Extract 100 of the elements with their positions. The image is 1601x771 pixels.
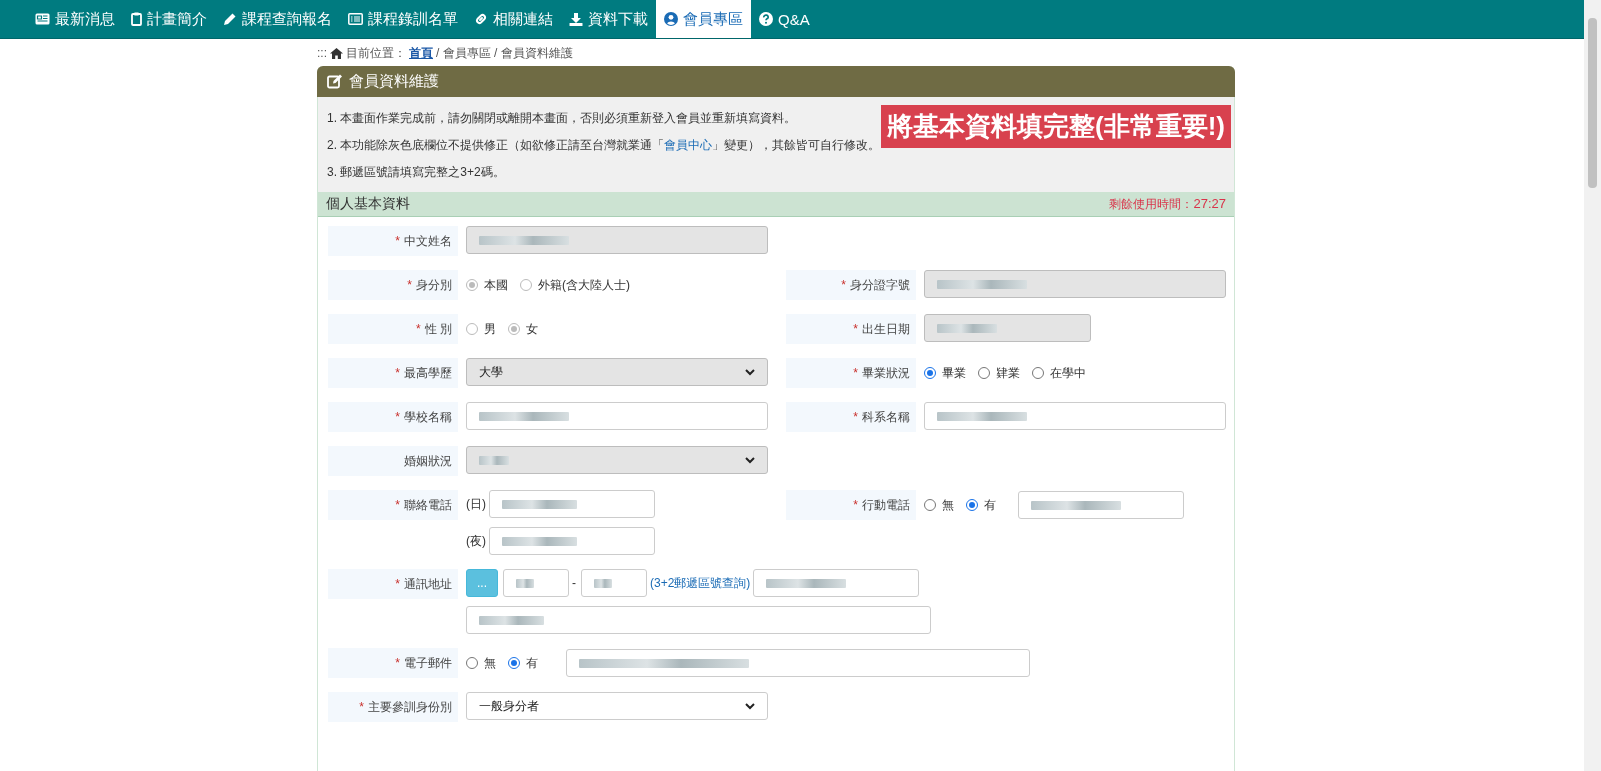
required-marker: * — [853, 322, 858, 336]
phone-field[interactable] — [489, 490, 655, 518]
clipboard-icon — [131, 12, 142, 26]
timer-label: 剩餘使用時間： — [1109, 196, 1194, 211]
scrollbar[interactable] — [1584, 0, 1601, 771]
timer-value: 27:27 — [1193, 195, 1226, 211]
zip-field[interactable] — [503, 569, 569, 597]
radio-button[interactable] — [466, 657, 478, 669]
address-field[interactable] — [466, 606, 931, 634]
phone-field[interactable] — [489, 527, 655, 555]
note-text: 2. 本功能除灰色底欄位不提供修正（如欲修正請至台灣就業通「會員中心」變更），其餘皆可自行修改。 — [327, 137, 881, 154]
radio-label: 無 — [942, 496, 954, 514]
chevron-down-icon — [745, 368, 755, 376]
required-marker: * — [407, 278, 412, 292]
text-field[interactable] — [1018, 491, 1184, 519]
radio-label: 無 — [484, 654, 496, 672]
label-text: 中文姓名 — [404, 232, 452, 250]
label-text: 科系名稱 — [862, 408, 910, 426]
zip-field[interactable] — [581, 569, 647, 597]
label-text: 婚姻狀況 — [404, 452, 452, 470]
breadcrumb-label: 目前位置： — [346, 44, 406, 62]
radio-button[interactable] — [978, 367, 990, 379]
nav-tab[interactable]: 課程查詢報名 — [215, 0, 340, 38]
required-marker: * — [395, 410, 400, 424]
breadcrumb-link[interactable]: 首頁 — [409, 44, 433, 62]
help-icon — [759, 12, 773, 26]
required-marker: * — [395, 234, 400, 248]
label-text: 出生日期 — [862, 320, 910, 338]
label-text: 行動電話 — [862, 496, 910, 514]
label-text: 身分證字號 — [850, 276, 910, 294]
nav-tab[interactable]: Q&A — [751, 0, 818, 38]
required-marker: * — [395, 577, 400, 591]
radio-label: 肄業 — [996, 364, 1020, 382]
radio-button[interactable] — [508, 657, 520, 669]
section-title: 個人基本資料 — [326, 195, 410, 213]
label-text: 學校名稱 — [404, 408, 452, 426]
required-marker: * — [841, 278, 846, 292]
required-marker: * — [395, 366, 400, 380]
required-marker: * — [416, 322, 421, 336]
label-text: 畢業狀況 — [862, 364, 910, 382]
pencil-icon — [223, 12, 237, 26]
edit-icon — [327, 74, 343, 89]
radio-label: 有 — [526, 654, 538, 672]
blurred-value — [479, 615, 544, 625]
required-marker: * — [395, 498, 400, 512]
phone-prefix: (夜) — [466, 532, 486, 550]
radio-button[interactable] — [924, 499, 936, 511]
text-field[interactable] — [466, 402, 768, 430]
zip-separator: - — [572, 576, 576, 590]
link-icon — [474, 12, 488, 26]
annotation-banner: 將基本資料填完整(非常重要!) — [881, 105, 1231, 148]
member-center-link[interactable]: 會員中心 — [664, 138, 713, 152]
nav-tab[interactable]: 課程錄訓名單 — [340, 0, 466, 38]
newspaper-icon — [35, 13, 50, 25]
required-marker: * — [853, 498, 858, 512]
text-field[interactable] — [924, 402, 1226, 430]
address-field[interactable] — [753, 569, 920, 597]
radio-button[interactable] — [924, 367, 936, 379]
radio-label: 在學中 — [1050, 364, 1086, 382]
nav-tab[interactable]: 最新消息 — [27, 0, 123, 38]
required-marker: * — [853, 410, 858, 424]
text-field[interactable] — [566, 649, 1030, 677]
radio-label: 女 — [526, 320, 538, 338]
user-circle-icon — [664, 12, 678, 26]
phone-prefix: (日) — [466, 495, 486, 513]
home-icon — [330, 47, 343, 59]
blurred-value — [479, 455, 509, 465]
zip-lookup-link[interactable]: (3+2郵遞區號查詢) — [650, 574, 751, 592]
blurred-value — [937, 323, 997, 333]
label-text: 聯絡電話 — [404, 496, 452, 514]
note-text: 1. 本畫面作業完成前，請勿關閉或離開本畫面，否則必須重新登入會員並重新填寫資料。 — [327, 110, 797, 127]
radio-label: 本國 — [484, 276, 508, 294]
nav-tab[interactable]: 會員專區 — [656, 0, 751, 38]
label-text: 主要參訓身份別 — [368, 698, 452, 716]
label-text: 最高學歷 — [404, 364, 452, 382]
note-text: 3. 郵遞區號請填寫完整之3+2碼。 — [327, 164, 505, 181]
radio-label: 外籍(含大陸人士) — [538, 276, 630, 294]
nav-tab[interactable]: 相關連結 — [466, 0, 561, 38]
radio-button[interactable] — [1032, 367, 1044, 379]
required-marker: * — [853, 366, 858, 380]
label-text: 身分別 — [416, 276, 452, 294]
blurred-value — [594, 578, 612, 588]
list-icon — [348, 13, 363, 25]
nav-tab[interactable]: 資料下載 — [561, 0, 656, 38]
radio-label: 畢業 — [942, 364, 966, 382]
download-icon — [569, 12, 583, 26]
dropdown[interactable]: 一般身分者 — [466, 692, 768, 720]
chevron-down-icon — [745, 702, 755, 710]
radio-label: 有 — [984, 496, 996, 514]
breadcrumb-prefix: ::: — [317, 46, 327, 60]
breadcrumb-trail: / 會員專區 / 會員資料維護 — [436, 44, 573, 62]
required-marker: * — [359, 700, 364, 714]
label-text: 電子郵件 — [404, 654, 452, 672]
label-text: 通訊地址 — [404, 575, 452, 593]
nav-tab[interactable]: 計畫簡介 — [123, 0, 215, 38]
label-text: 性 別 — [424, 320, 452, 338]
panel-title: 會員資料維護 — [349, 72, 439, 91]
radio-label: 男 — [484, 320, 496, 338]
blurred-value — [516, 578, 534, 588]
radio-button[interactable] — [966, 499, 978, 511]
